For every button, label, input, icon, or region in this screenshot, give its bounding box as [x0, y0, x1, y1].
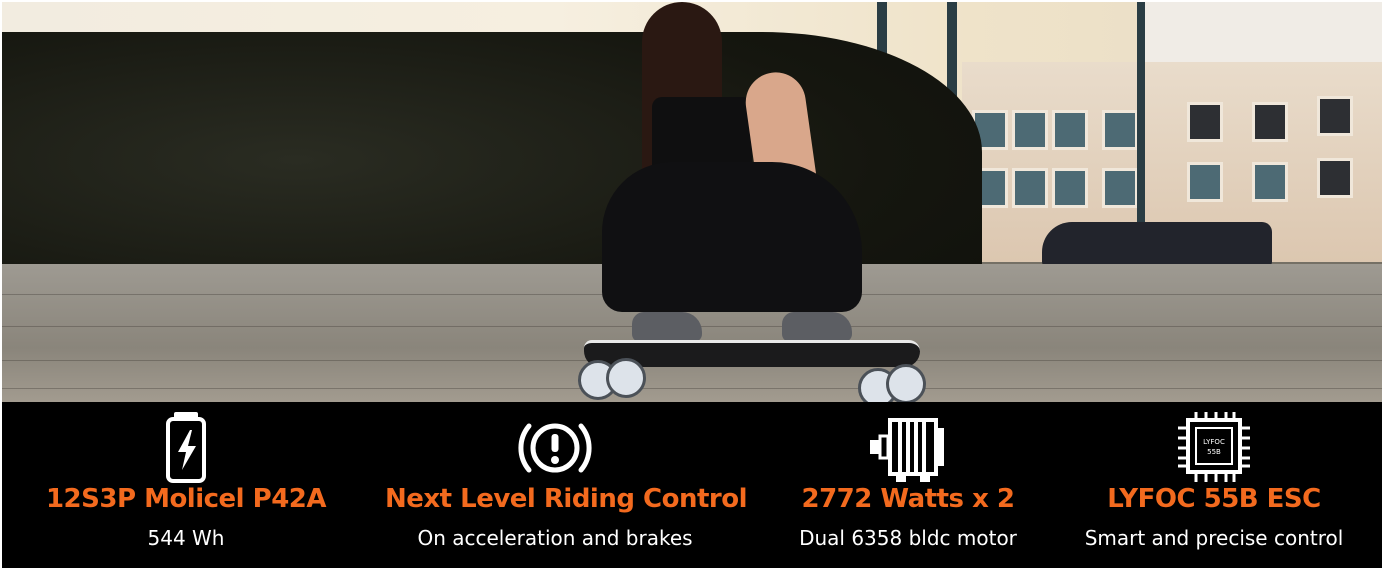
feature-title: Next Level Riding Control	[385, 484, 748, 514]
parked-car	[1042, 222, 1272, 266]
lamp-pole	[1137, 2, 1145, 222]
feature-esc: LYFOC 55B LYFOC 55B ESC Smart and precis…	[1044, 402, 1384, 568]
feature-strip: 12S3P Molicel P42A 544 Wh Next Level Rid…	[2, 402, 1382, 568]
product-feature-banner: 12S3P Molicel P42A 544 Wh Next Level Rid…	[0, 0, 1384, 570]
feature-riding-control: Next Level Riding Control On acceleratio…	[385, 402, 748, 568]
feature-title: LYFOC 55B ESC	[1107, 484, 1321, 514]
feature-subtitle: 544 Wh	[147, 526, 225, 550]
skateboard-wheel	[606, 358, 646, 398]
battery-charging-icon	[166, 412, 206, 483]
chip-icon: LYFOC 55B	[1178, 412, 1250, 482]
feature-subtitle: On acceleration and brakes	[417, 526, 693, 550]
brake-warning-icon	[518, 423, 592, 473]
electric-motor-icon	[870, 418, 944, 482]
feature-battery: 12S3P Molicel P42A 544 Wh	[16, 402, 356, 568]
chip-label-line2: 55B	[1207, 448, 1221, 456]
rider-figure	[592, 2, 862, 352]
feature-subtitle: Dual 6358 bldc motor	[799, 526, 1017, 550]
feature-subtitle: Smart and precise control	[1084, 526, 1344, 550]
feature-title: 12S3P Molicel P42A	[45, 484, 327, 514]
skateboard-wheel	[886, 364, 926, 402]
hero-photo	[2, 2, 1382, 402]
feature-title: 2772 Watts x 2	[801, 484, 1015, 514]
chip-label-line1: LYFOC	[1203, 438, 1225, 446]
feature-motor: 2772 Watts x 2 Dual 6358 bldc motor	[738, 402, 1078, 568]
